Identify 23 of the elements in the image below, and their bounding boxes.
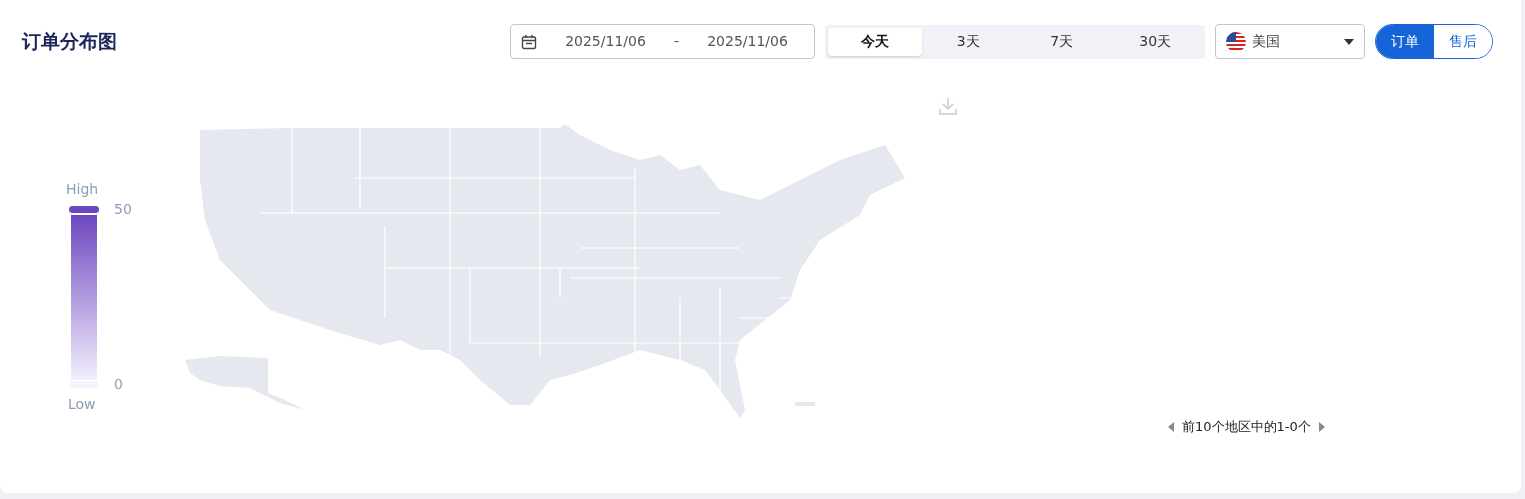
legend-high-label: High (66, 180, 99, 199)
legend-max-value: 50 (114, 200, 132, 219)
start-date: 2025/11/06 (564, 32, 647, 51)
pagination-text: 前10个地区中的1-0个 (1182, 418, 1311, 436)
legend-low-label: Low (68, 395, 96, 414)
legend-min-value: 0 (114, 375, 123, 394)
period-tab[interactable]: 7天 (1015, 27, 1109, 56)
period-tab[interactable]: 3天 (921, 27, 1015, 56)
previous-page-icon[interactable] (1168, 421, 1174, 432)
chart-title: 订单分布图 (22, 29, 117, 54)
caret-icon (1344, 38, 1354, 45)
country-select[interactable]: 美国 (1215, 24, 1365, 59)
date-range-field[interactable]: 2025/11/06 - 2025/11/06 (510, 24, 815, 59)
calendar-icon (521, 33, 537, 50)
end-date: 2025/11/06 (706, 32, 789, 51)
flag-icon (1226, 31, 1246, 52)
period-tab[interactable]: 30天 (1108, 27, 1202, 56)
next-page-icon[interactable] (1318, 421, 1325, 432)
mode-toggle[interactable]: 订单 (1376, 25, 1434, 58)
period-tab[interactable]: 今天 (828, 27, 922, 56)
color-scale-bar[interactable] (68, 205, 100, 389)
date-separator: - (673, 32, 680, 51)
country-label: 美国 (1252, 32, 1281, 51)
